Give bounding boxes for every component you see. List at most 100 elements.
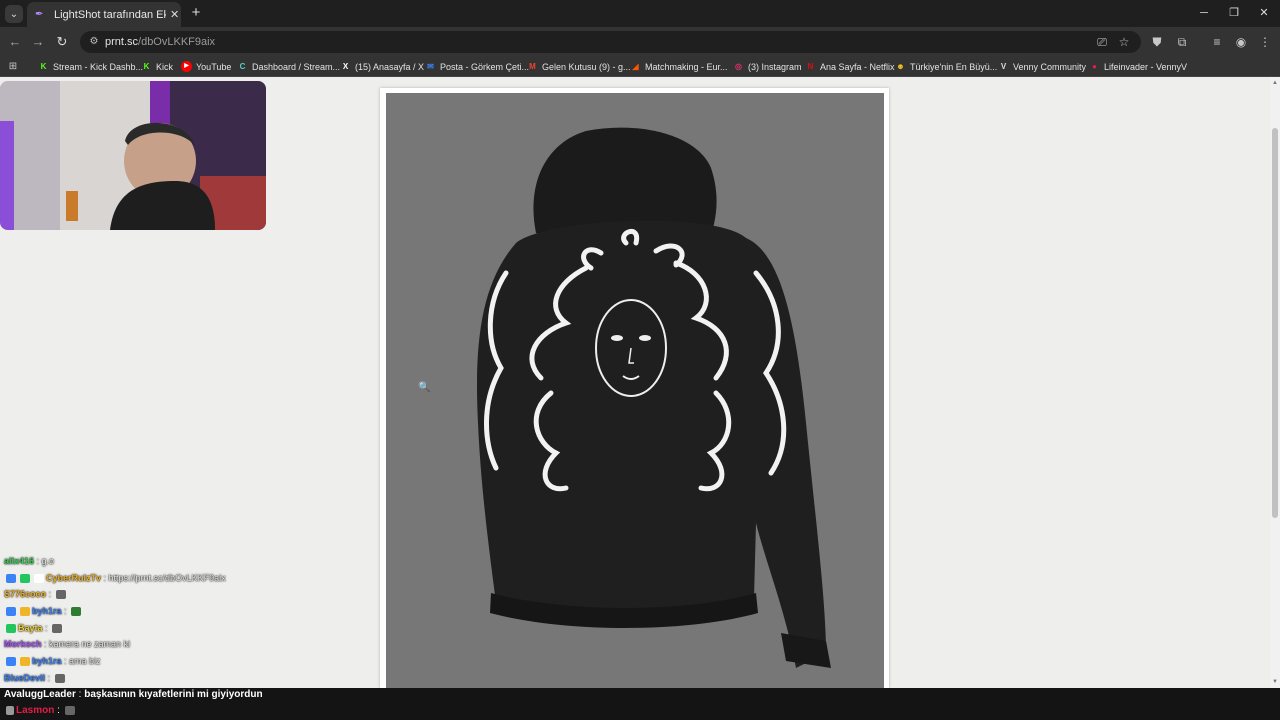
- bookmark-item[interactable]: C Dashboard / Stream...: [237, 59, 340, 74]
- badge-icon: [20, 656, 30, 666]
- bookmark-item[interactable]: ☻ Türkiye'nin En Büyü...: [895, 59, 997, 74]
- chat-username: byh1ra: [32, 606, 62, 616]
- chat-separator: :: [46, 589, 54, 599]
- chat-username: Morkoch: [4, 639, 42, 649]
- outlook-mail-icon: ✉: [427, 62, 434, 71]
- profile-avatar-icon[interactable]: ◉: [1232, 33, 1250, 51]
- faceit-icon: ◢: [632, 62, 639, 71]
- extension-shield-icon[interactable]: ⛊: [1148, 33, 1166, 51]
- tab-title: LightShot tarafından Ekran Görüntüsü: [54, 8, 166, 21]
- bookmark-item[interactable]: ▶ YouTube: [181, 59, 231, 74]
- chat-text: başkasının kıyafetlerini mi giyiyordun: [84, 689, 263, 700]
- bookmark-item[interactable]: K Kick: [141, 59, 173, 74]
- screenshot-image[interactable]: [386, 93, 884, 688]
- chat-message: alix416 : g.o: [4, 553, 54, 569]
- bookmark-item[interactable]: V Venny Community: [998, 59, 1086, 74]
- chat-message: Morkoch : kamera ne zaman ki: [4, 636, 130, 652]
- chat-username: byh1ra: [32, 656, 62, 666]
- tab-close-icon[interactable]: ✕: [170, 8, 179, 21]
- venny-v-icon: V: [1000, 62, 1007, 71]
- bookmark-label: Türkiye'nin En Büyü...: [910, 61, 998, 72]
- bookmark-label: Venny Community: [1013, 61, 1087, 72]
- site-info-icon[interactable]: ⚙: [87, 35, 101, 49]
- chat-username: AvaluggLeader: [4, 689, 76, 700]
- back-arrow-icon[interactable]: ←: [6, 33, 24, 51]
- bookmark-label: Stream - Kick Dashb...: [53, 61, 144, 72]
- url-text[interactable]: prnt.sc/dbOvLKKF9aix: [105, 36, 215, 48]
- chat-text: ama biz: [69, 656, 101, 666]
- bookmark-label: Dashboard / Stream...: [252, 61, 341, 72]
- browser-tab[interactable]: ✒ LightShot tarafından Ekran Görüntüsü ✕: [27, 2, 181, 27]
- chat-text: g.o: [41, 556, 55, 566]
- bookmark-label: (15) Anasayfa / X: [355, 61, 425, 72]
- chat-username: Bayta: [18, 623, 43, 633]
- bookmark-label: YouTube: [196, 61, 232, 72]
- bookmark-item[interactable]: ◢ Matchmaking - Eur...: [630, 59, 728, 74]
- install-app-icon[interactable]: ⎚: [1093, 33, 1111, 51]
- bookmark-label: Matchmaking - Eur...: [645, 61, 728, 72]
- lightshot-feather-icon: ✒: [35, 8, 44, 20]
- chat-message: byh1ra :: [4, 603, 83, 619]
- hoodie-illustration: [476, 127, 831, 668]
- bookmark-label: Gelen Kutusu (9) - g...: [542, 61, 631, 72]
- apps-grid-icon[interactable]: ⊞: [4, 58, 22, 76]
- media-controls-icon[interactable]: ≡: [1208, 33, 1226, 51]
- bookmark-star-icon[interactable]: ☆: [1115, 33, 1133, 51]
- chat-username: CyberRulzTv: [46, 573, 102, 583]
- url-path: /dbOvLKKF9aix: [138, 36, 216, 48]
- netflix-icon: N: [807, 62, 814, 71]
- chat-message: Lasmon :: [4, 705, 77, 716]
- emote-icon: [71, 606, 82, 616]
- bookmark-item[interactable]: N Ana Sayfa - Netflix: [805, 59, 895, 74]
- forward-arrow-icon[interactable]: →: [29, 33, 47, 51]
- chat-separator: :: [45, 673, 53, 683]
- chat-separator: :: [42, 623, 51, 633]
- bookmark-label: Lifeinvader - VennyV: [1104, 61, 1188, 72]
- badge-icon: [6, 623, 16, 633]
- new-tab-icon[interactable]: +: [187, 4, 205, 22]
- chat-separator: :: [34, 556, 42, 566]
- bookmark-label: Kick: [156, 61, 174, 72]
- bookmark-item[interactable]: M Gelen Kutusu (9) - g...: [527, 59, 631, 74]
- lifeinvader-icon: ●: [1092, 62, 1097, 71]
- restore-icon[interactable]: ❐: [1222, 4, 1246, 22]
- bookmark-item[interactable]: X (15) Anasayfa / X: [340, 59, 424, 74]
- chat-username: alix416: [4, 556, 35, 566]
- tab-search-icon[interactable]: ⌄: [5, 5, 23, 23]
- webcam-overlay: [0, 81, 266, 230]
- scroll-up-icon[interactable]: ▲: [1272, 80, 1278, 86]
- bookmark-item[interactable]: ◎ (3) Instagram: [733, 59, 802, 74]
- chat-text: kamera ne zaman ki: [49, 639, 131, 649]
- scrollbar-thumb[interactable]: [1272, 128, 1278, 518]
- address-bar[interactable]: [80, 31, 1141, 53]
- x-icon: X: [342, 62, 349, 71]
- bookmark-label: (3) Instagram: [748, 61, 802, 72]
- bookmark-item[interactable]: ✉ Posta - Görkem Çeti...: [425, 59, 529, 74]
- window-close-icon[interactable]: ✕: [1252, 4, 1276, 22]
- chat-message: CyberRulzTv : https://prnt.sc/dbOvLKKF9a…: [4, 570, 226, 586]
- chat-message: BlueDevil :: [4, 670, 67, 686]
- chat-separator: :: [61, 656, 70, 666]
- youtube-icon: ▶: [181, 61, 192, 72]
- gmail-icon: M: [529, 62, 536, 71]
- url-host: prnt.sc: [105, 36, 139, 48]
- bookmark-item[interactable]: K Stream - Kick Dashb...: [38, 59, 143, 74]
- extensions-puzzle-icon[interactable]: ⧉: [1173, 33, 1191, 51]
- chat-message: AvaluggLeader : başkasının kıyafetlerini…: [4, 689, 263, 700]
- menu-kebab-icon[interactable]: ⋮: [1256, 33, 1274, 51]
- chat-username: BlueDevil: [4, 673, 46, 683]
- kick-icon: K: [143, 62, 150, 71]
- badge-icon: [20, 606, 30, 616]
- reload-icon[interactable]: ↻: [53, 33, 71, 51]
- chat-separator: :: [54, 705, 63, 716]
- site-smiley-icon: ☻: [896, 62, 905, 71]
- webcam-feed: [0, 81, 266, 230]
- bookmark-item[interactable]: ● Lifeinvader - VennyV: [1089, 59, 1187, 74]
- emote-icon: [64, 705, 75, 715]
- emote-icon: [52, 623, 63, 633]
- chat-text: https://prnt.sc/dbOvLKKF9aix: [108, 573, 226, 583]
- badge-icon: [6, 573, 16, 583]
- scroll-down-icon[interactable]: ▼: [1272, 679, 1278, 685]
- bookmark-label: Posta - Görkem Çeti...: [440, 61, 530, 72]
- minimize-icon[interactable]: ─: [1192, 4, 1216, 22]
